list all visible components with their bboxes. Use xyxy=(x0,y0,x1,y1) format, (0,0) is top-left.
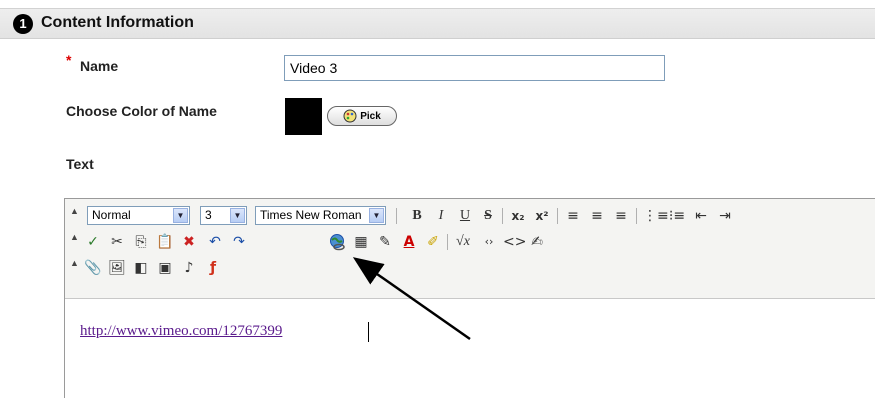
toolbar-row-1: ▲ Normal ▼ 3 ▼ Times New Roman ▼ B I U S… xyxy=(65,204,875,228)
clear-formatting-icon[interactable]: ✖ xyxy=(179,232,199,252)
numbered-list-icon[interactable]: ⋮≡ xyxy=(643,206,669,226)
chevron-down-icon: ▼ xyxy=(230,208,245,223)
copy-icon[interactable]: ⎘ xyxy=(131,232,151,252)
insert-link-icon[interactable] xyxy=(327,232,347,252)
collapse-row-icon[interactable]: ▲ xyxy=(70,232,79,242)
chevron-down-icon: ▼ xyxy=(173,208,188,223)
redo-icon[interactable]: ↷ xyxy=(229,232,249,252)
name-input[interactable] xyxy=(284,55,665,81)
toolbar-row-3: ▲ 📎 🖼 ◧ ▣ ♪ ƒ xyxy=(65,256,875,280)
size-select[interactable]: 3 ▼ xyxy=(200,206,247,225)
highlight-icon[interactable]: ✐ xyxy=(423,232,443,252)
font-select[interactable]: Times New Roman ▼ xyxy=(255,206,386,225)
align-right-icon[interactable]: ≡ xyxy=(611,206,631,226)
insert-video-icon[interactable]: ▣ xyxy=(155,258,175,278)
spellcheck-icon[interactable]: ✓ xyxy=(83,232,103,252)
superscript-button[interactable]: x² xyxy=(532,206,552,226)
insert-mashup-icon[interactable]: ◧ xyxy=(131,258,151,278)
attach-file-icon[interactable]: 📎 xyxy=(83,258,103,278)
toolbar-separator xyxy=(557,208,558,224)
content-link[interactable]: http://www.vimeo.com/12767399 xyxy=(80,323,282,340)
toolbar-separator xyxy=(447,234,448,250)
subscript-button[interactable]: x₂ xyxy=(508,206,528,226)
bulleted-list-icon[interactable]: ⁝≡ xyxy=(667,206,687,226)
paste-icon[interactable]: 📋 xyxy=(155,232,175,252)
toolbar-separator xyxy=(396,208,397,224)
toolbar-separator xyxy=(502,208,503,224)
text-label: Text xyxy=(66,156,94,172)
table-icon[interactable]: ▦ xyxy=(351,232,371,252)
align-left-icon[interactable]: ≡ xyxy=(563,206,583,226)
palette-icon xyxy=(343,109,357,123)
section-header: 1 Content Information xyxy=(0,8,875,39)
name-label: Name xyxy=(80,58,119,74)
underline-button[interactable]: U xyxy=(455,206,475,226)
embed-media-icon[interactable]: ‹› xyxy=(479,232,499,252)
editor-content-area[interactable]: http://www.vimeo.com/12767399 xyxy=(65,299,875,399)
format-select[interactable]: Normal ▼ xyxy=(87,206,190,225)
html-source-icon[interactable]: <> xyxy=(503,232,526,252)
italic-button[interactable]: I xyxy=(431,206,451,226)
toolbar-row-2: ▲ ✓ ✂ ⎘ 📋 ✖ ↶ ↷ ▦ ✎ A ✐ √x ‹› <> ✍ xyxy=(65,230,875,254)
insert-image-icon[interactable]: 🖼 xyxy=(107,258,127,278)
format-select-value: Normal xyxy=(92,208,131,222)
cut-icon[interactable]: ✂ xyxy=(107,232,127,252)
pen-icon[interactable]: ✎ xyxy=(375,232,395,252)
step-number-badge: 1 xyxy=(13,14,33,34)
strikethrough-button[interactable]: S xyxy=(478,206,498,226)
font-color-icon[interactable]: A xyxy=(399,232,419,252)
color-label: Choose Color of Name xyxy=(66,103,217,119)
indent-icon[interactable]: ⇥ xyxy=(715,206,735,226)
required-asterisk: * xyxy=(66,52,72,68)
outdent-icon[interactable]: ⇤ xyxy=(691,206,711,226)
color-swatch xyxy=(285,98,322,135)
editor-toolbar: ▲ Normal ▼ 3 ▼ Times New Roman ▼ B I U S… xyxy=(65,199,875,299)
math-equation-icon[interactable]: √x xyxy=(453,232,473,252)
collapse-row-icon[interactable]: ▲ xyxy=(70,258,79,268)
insert-audio-icon[interactable]: ♪ xyxy=(179,258,199,278)
collapse-row-icon[interactable]: ▲ xyxy=(70,206,79,216)
bold-button[interactable]: B xyxy=(407,206,427,226)
size-select-value: 3 xyxy=(205,208,212,222)
pick-color-button[interactable]: Pick xyxy=(327,106,397,126)
preview-icon[interactable]: ✍ xyxy=(527,232,547,252)
pick-label: Pick xyxy=(360,110,381,122)
chevron-down-icon: ▼ xyxy=(369,208,384,223)
align-center-icon[interactable]: ≡ xyxy=(587,206,607,226)
rich-text-editor: ▲ Normal ▼ 3 ▼ Times New Roman ▼ B I U S… xyxy=(64,198,875,399)
section-title: Content Information xyxy=(41,14,194,31)
toolbar-separator xyxy=(636,208,637,224)
text-caret xyxy=(368,322,369,342)
font-select-value: Times New Roman xyxy=(260,208,362,222)
undo-icon[interactable]: ↶ xyxy=(205,232,225,252)
insert-flash-icon[interactable]: ƒ xyxy=(203,258,223,278)
